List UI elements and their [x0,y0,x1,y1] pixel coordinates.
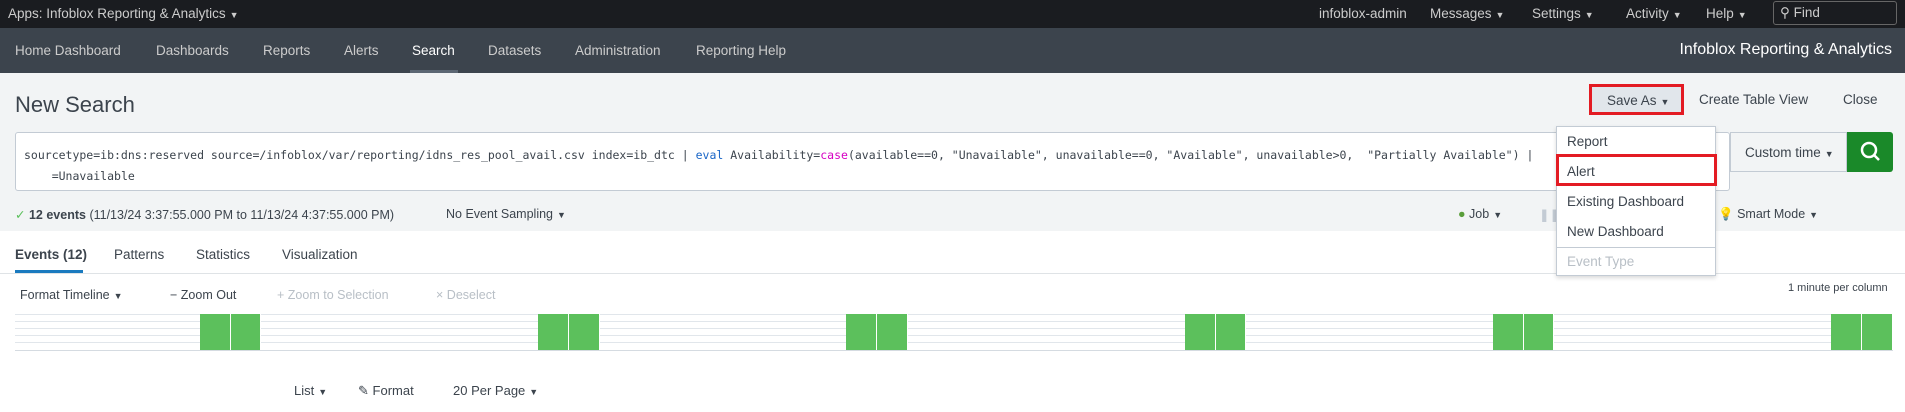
pencil-icon: ✎ [358,383,369,398]
tab-patterns[interactable]: Patterns [114,247,164,262]
timeline-bar[interactable] [1862,314,1893,350]
menu-item-event-type: Event Type [1567,254,1635,269]
timeline-bar[interactable] [230,314,262,350]
lightbulb-icon: 💡 [1718,207,1734,221]
create-table-view-button[interactable]: Create Table View [1699,92,1808,107]
chevron-down-icon: ▼ [1737,10,1747,20]
minus-icon: − [170,288,178,302]
job-menu[interactable]: ● Job ▼ [1458,207,1502,221]
chevron-down-icon: ▼ [1584,10,1594,20]
plus-icon: + [277,288,285,302]
nav-administration[interactable]: Administration [575,43,661,58]
chevron-down-icon: ▼ [1660,97,1670,107]
zoom-to-selection-button[interactable]: + Zoom to Selection [277,288,389,302]
close-icon: × [436,288,444,302]
tab-visualization[interactable]: Visualization [282,247,358,262]
format-button[interactable]: ✎ Format [358,383,414,399]
timeline-bar[interactable] [877,314,908,350]
timeline-baseline [15,350,1893,351]
top-bar: Apps: Infoblox Reporting & Analytics ▼ in… [0,0,1905,28]
tab-events[interactable]: Events (12) [15,247,87,262]
deselect-button[interactable]: × Deselect [436,288,495,302]
nav-alerts[interactable]: Alerts [344,43,379,58]
menu-divider [1557,247,1715,248]
close-button[interactable]: Close [1843,92,1878,107]
timeline-bar[interactable] [1215,314,1247,350]
app-brand: Infoblox Reporting & Analytics [1679,41,1892,58]
per-page-menu[interactable]: 20 Per Page ▼ [453,383,538,398]
activity-menu[interactable]: Activity ▼ [1626,6,1682,21]
nav-reports[interactable]: Reports [263,43,310,58]
timeline-bar[interactable] [1492,314,1524,350]
chevron-down-icon: ▼ [1495,10,1505,20]
find-input[interactable]: ⚲ Find [1773,1,1897,25]
chevron-down-icon: ▼ [1493,210,1503,220]
list-view-menu[interactable]: List ▼ [294,383,327,398]
chevron-down-icon: ▼ [113,291,123,301]
timeline-bar[interactable] [538,314,570,350]
timeline-bar[interactable] [1184,314,1216,350]
chevron-down-icon: ▼ [1809,210,1819,220]
timeline-bar[interactable] [846,314,878,350]
search-icon [1860,141,1880,161]
event-count-status: ✓ 12 events (11/13/24 3:37:55.000 PM to … [15,208,395,222]
gridline [15,314,1893,315]
chevron-down-icon: ▼ [557,210,566,220]
app-nav: Home Dashboard Dashboards Reports Alerts… [0,28,1905,73]
search-icon: ⚲ [1780,5,1790,20]
menu-item-report[interactable]: Report [1567,134,1608,149]
search-mode-dropdown[interactable]: 💡 Smart Mode ▼ [1718,207,1818,222]
nav-reporting-help[interactable]: Reporting Help [696,43,786,58]
save-as-dropdown: Report Alert Existing Dashboard New Dash… [1556,126,1716,276]
nav-datasets[interactable]: Datasets [488,43,541,58]
app-menu[interactable]: Apps: Infoblox Reporting & Analytics ▼ [8,6,239,21]
chevron-down-icon: ▼ [529,387,539,397]
timeline-bar[interactable] [199,314,231,350]
chevron-down-icon: ▼ [1824,149,1834,159]
help-menu[interactable]: Help ▼ [1706,6,1747,21]
settings-menu[interactable]: Settings ▼ [1532,6,1594,21]
timeline-bar[interactable] [569,314,600,350]
gridline [15,335,1893,336]
chevron-down-icon: ▼ [1672,10,1682,20]
timeline-scale-label: 1 minute per column [1788,282,1888,294]
event-timeline[interactable] [15,314,1893,351]
gridline [15,342,1893,343]
chevron-down-icon: ▼ [318,387,328,397]
menu-item-new-dashboard[interactable]: New Dashboard [1567,224,1664,239]
timeline-bar[interactable] [1523,314,1555,350]
messages-menu[interactable]: Messages ▼ [1430,6,1504,21]
format-timeline-menu[interactable]: Format Timeline ▼ [20,288,123,302]
nav-search[interactable]: Search [412,43,455,58]
check-icon: ✓ [15,208,26,222]
nav-dashboards[interactable]: Dashboards [156,43,229,58]
menu-item-existing-dashboard[interactable]: Existing Dashboard [1567,194,1684,209]
tab-statistics[interactable]: Statistics [196,247,250,262]
user-menu[interactable]: infoblox-admin [1319,6,1407,21]
alert-highlight [1556,154,1717,186]
nav-home-dashboard[interactable]: Home Dashboard [15,43,121,58]
page-title: New Search [15,92,135,117]
info-icon: ● [1458,207,1466,221]
save-as-button[interactable]: Save As ▼ [1589,84,1684,115]
search-query-input[interactable]: sourcetype=ib:dns:reserved source=/infob… [15,132,1730,191]
gridline [15,321,1893,322]
gridline [15,328,1893,329]
zoom-out-button[interactable]: − Zoom Out [170,288,236,302]
time-range-picker[interactable]: Custom time ▼ [1730,132,1847,172]
event-sampling-dropdown[interactable]: No Event Sampling ▼ [446,207,566,221]
chevron-down-icon: ▼ [229,10,239,20]
run-search-button[interactable] [1847,132,1893,172]
timeline-bar[interactable] [1831,314,1863,350]
